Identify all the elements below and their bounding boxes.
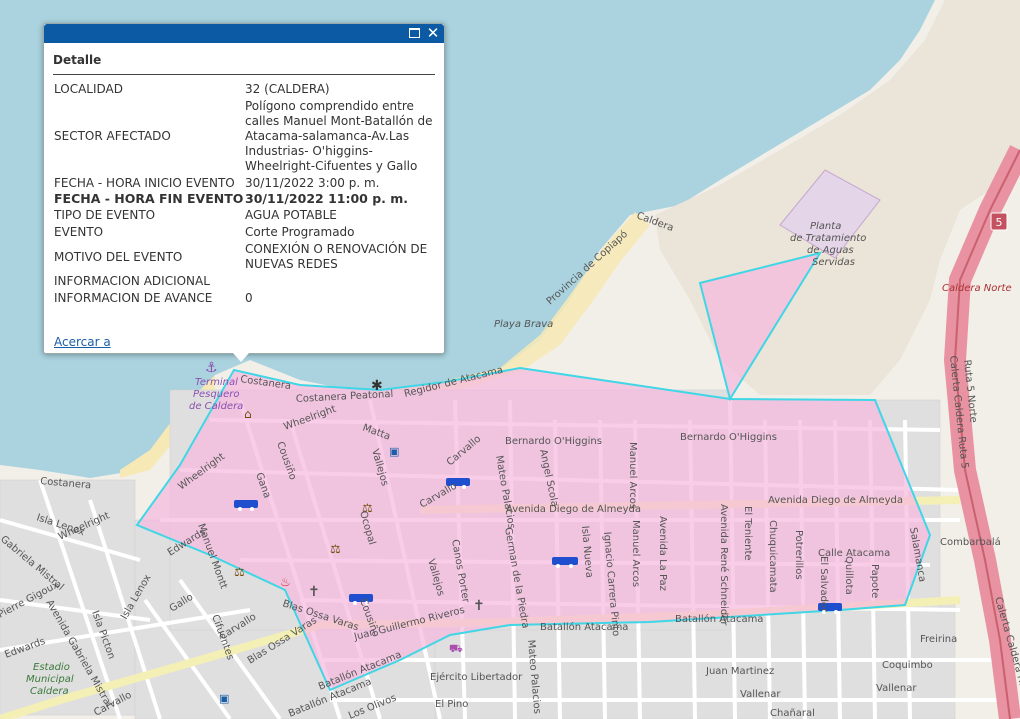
shop-icon: ⛟ — [449, 642, 463, 655]
detail-table: LOCALIDAD 32 (CALDERA) SECTOR AFECTADO Pol… — [54, 82, 440, 306]
detail-value — [245, 274, 440, 289]
detail-row: INFORMACION DE AVANCE 0 — [54, 291, 440, 306]
fire-station-icon: ♨ — [280, 575, 291, 589]
detail-value: Polígono comprendido entre calles Manuel… — [245, 99, 433, 173]
detail-key: MOTIVO DEL EVENTO — [54, 249, 183, 264]
map-label: Bernardo O'Higgins — [505, 436, 602, 447]
map-label: Vallenar — [740, 689, 781, 700]
detail-row: LOCALIDAD 32 (CALDERA) — [54, 82, 440, 97]
map-label: Ejército Libertador — [430, 671, 523, 683]
detail-key: TIPO DE EVENTO — [54, 208, 156, 222]
detail-value: 30/11/2022 3:00 p. m. — [245, 176, 380, 190]
popup-titlebar: ✕ — [44, 24, 444, 43]
detail-key: FECHA - HORA INICIO EVENTO — [54, 176, 235, 190]
map-label: Potrerillos — [793, 530, 804, 580]
map-label: Juan Martinez — [705, 666, 774, 677]
detail-row: TIPO DE EVENTO AGUA POTABLE — [54, 208, 440, 223]
event-detail-popup: ✕ Detalle LOCALIDAD 32 (CALDERA) SECTOR A… — [43, 23, 445, 362]
map-label: Avenida Diego de Almeyda — [768, 495, 903, 506]
church-icon: ✝ — [308, 584, 320, 600]
map-label: Papote — [869, 564, 880, 598]
map-label: Avenida Diego de Almeyda — [506, 504, 641, 515]
map-label: Manuel Arcos — [630, 520, 641, 587]
popup-heading: Detalle — [53, 53, 435, 75]
detail-value: 30/11/2022 11:00 p. m. — [245, 191, 409, 206]
map-label: Planta — [810, 221, 841, 232]
map-label: de Tratamiento — [790, 233, 866, 244]
detail-row: FECHA - HORA FIN EVENTO 30/11/2022 11:00 … — [54, 191, 440, 206]
map-label: Quillota — [843, 556, 854, 595]
map-label: Playa Brava — [494, 319, 553, 330]
route-shield-number: 5 — [996, 216, 1003, 229]
map-label: Bernardo O'Higgins — [680, 432, 777, 443]
detail-row: SECTOR AFECTADO Polígono comprendido entr… — [54, 99, 440, 174]
detail-key: EVENTO — [54, 225, 104, 239]
detail-value: 0 — [245, 291, 253, 305]
detail-key: FECHA - HORA FIN EVENTO — [54, 191, 244, 206]
map-label: Avenida La Paz — [657, 516, 668, 591]
bus-stop-icon: ▣ — [219, 692, 229, 705]
map-label: El Salvador — [818, 556, 829, 613]
detail-value: AGUA POTABLE — [245, 208, 337, 222]
map-label: de Caldera — [189, 401, 243, 412]
map-label: Caldera Norte — [942, 283, 1012, 294]
map-label: de Aguas — [807, 245, 854, 256]
close-icon[interactable]: ✕ — [425, 25, 441, 41]
map-label: Terminal — [195, 377, 238, 388]
church-icon: ✝ — [473, 598, 485, 614]
map-label: Estadio — [33, 662, 70, 673]
map-label: El Teniente — [742, 506, 753, 561]
detail-row: FECHA - HORA INICIO EVENTO 30/11/2022 3:0… — [54, 176, 440, 191]
anchor-icon: ⚓ — [205, 360, 218, 376]
detail-key: SECTOR AFECTADO — [54, 129, 171, 143]
detail-row: EVENTO Corte Programado — [54, 225, 440, 240]
map-label: Chañaral — [770, 708, 815, 719]
detail-row: INFORMACION ADICIONAL — [54, 274, 440, 289]
bus-stop-icon: ▣ — [389, 445, 399, 458]
zoom-to-link[interactable]: Acercar a — [54, 335, 111, 349]
map-label: Freirina — [920, 634, 957, 645]
map-label: Combarbalá — [940, 536, 1001, 548]
map-label: Municipal — [26, 674, 74, 685]
courthouse-icon: ⚖ — [330, 542, 341, 556]
popup-pointer — [233, 353, 249, 362]
map-label: Servidas — [812, 257, 855, 268]
map-label: Pesquero — [193, 389, 239, 400]
courthouse-icon: ⚖ — [234, 565, 245, 579]
map-label: Caldera — [30, 686, 69, 697]
detail-key: LOCALIDAD — [54, 82, 123, 96]
map-label: Chuquicamata — [767, 520, 778, 593]
detail-value: Corte Programado — [245, 225, 355, 239]
detail-value: CONEXIÓN O RENOVACIÓN DE NUEVAS REDES — [245, 242, 428, 271]
map-label: Coquimbo — [882, 660, 933, 671]
map-label: Avenida René Schneider — [718, 504, 730, 626]
map-label: Vallenar — [876, 683, 917, 694]
maximize-icon[interactable] — [406, 25, 422, 41]
detail-key: INFORMACION ADICIONAL — [54, 274, 210, 288]
detail-value: 32 (CALDERA) — [245, 82, 330, 96]
map-label: El Pino — [435, 699, 468, 710]
detail-key: INFORMACION DE AVANCE — [54, 291, 213, 305]
map-label: Manuel Arcos — [627, 442, 638, 509]
detail-row: MOTIVO DEL EVENTO CONEXIÓN O RENOVACIÓN D… — [54, 242, 440, 272]
museum-icon: ⌂ — [244, 407, 252, 421]
